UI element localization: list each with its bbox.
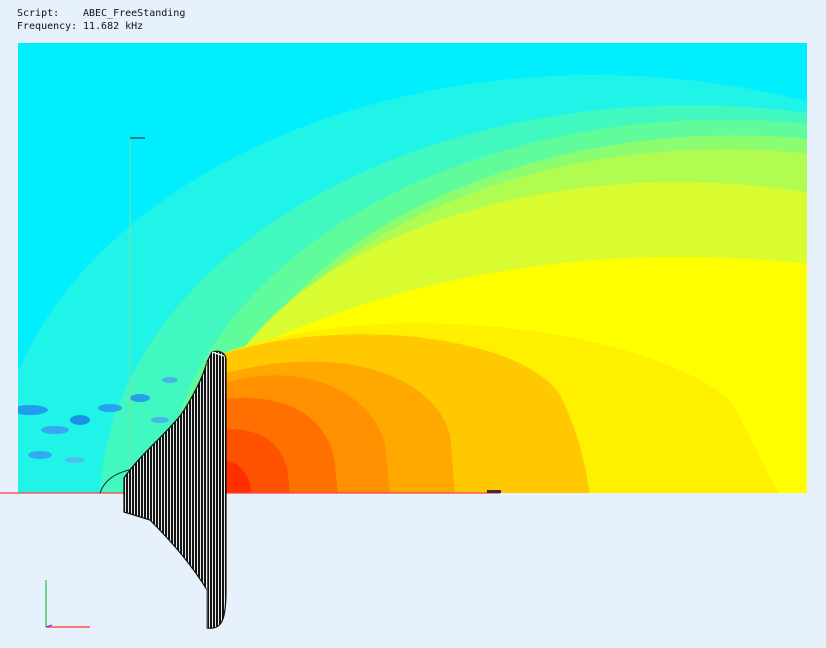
pressure-field	[18, 43, 807, 493]
orientation-axes-icon	[45, 580, 90, 628]
simulation-viewport[interactable]	[0, 0, 826, 648]
